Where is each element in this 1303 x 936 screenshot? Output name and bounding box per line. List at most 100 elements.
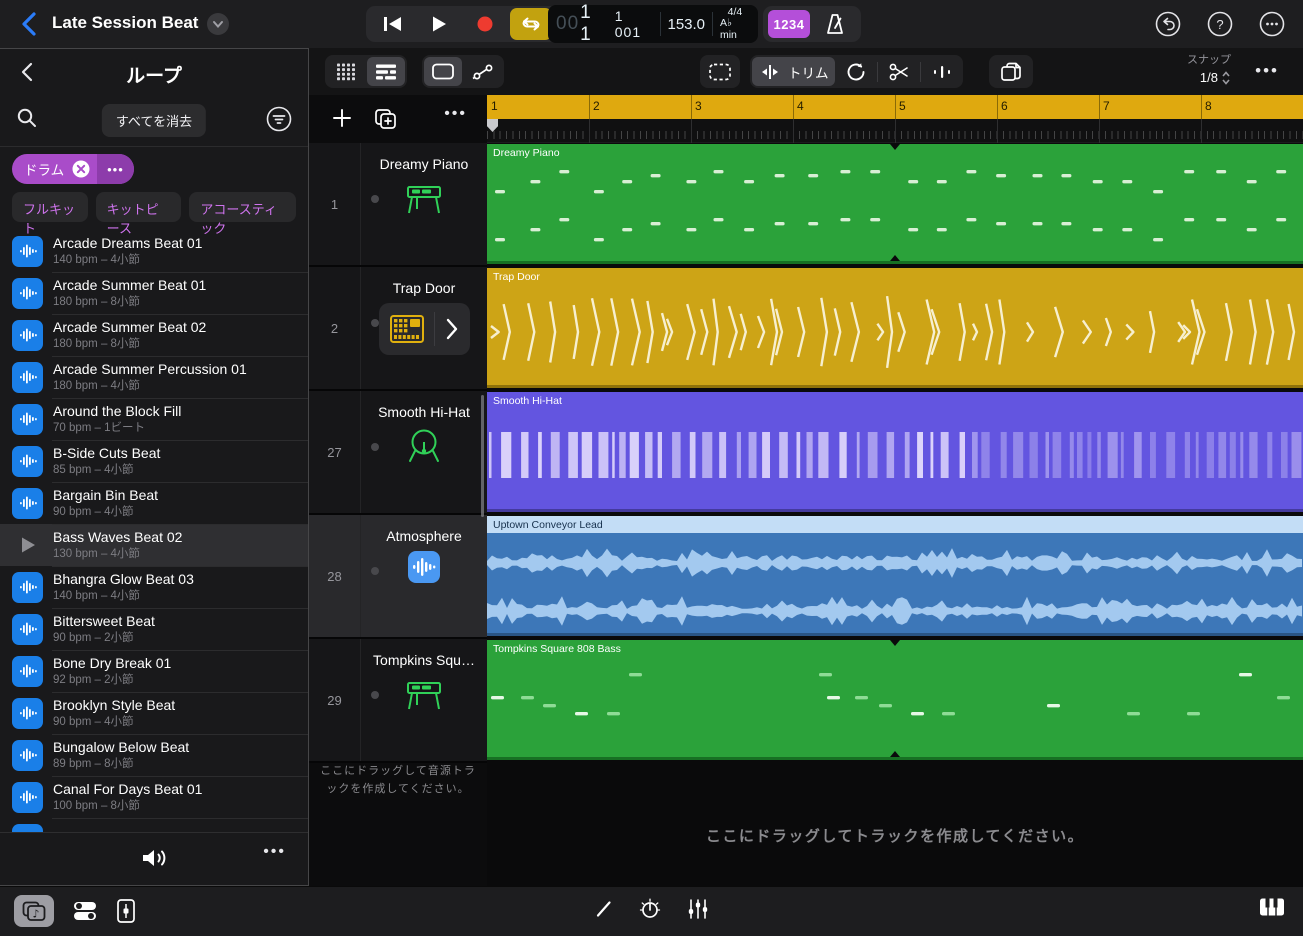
track-header-row[interactable]: 2Trap Door (309, 267, 487, 391)
browser-icon[interactable]: ♪ (14, 895, 54, 927)
cycle-range-bar[interactable]: 12345678 (487, 95, 1303, 119)
svg-text:♪: ♪ (32, 908, 39, 921)
region-tool-icon[interactable] (424, 57, 462, 86)
trim-tool-button[interactable]: トリム (752, 57, 835, 86)
mixer-icon[interactable] (686, 898, 710, 920)
list-item[interactable]: Arcade Dreams Beat 01140 bpm – 4小節 (0, 230, 308, 272)
filter-icon[interactable] (265, 105, 293, 133)
list-item[interactable]: Arcade Summer Beat 01180 bpm – 8小節 (0, 272, 308, 314)
grid-view-icon[interactable] (327, 57, 365, 86)
list-item[interactable]: Canal For Days Beat 01100 bpm – 8小節 (0, 776, 308, 818)
track-header-row[interactable]: 28Atmosphere (309, 515, 487, 639)
bar-number: 3 (695, 99, 702, 113)
loop-waveform-icon (12, 572, 43, 603)
chip-full-kit[interactable]: フルキット (12, 192, 88, 222)
browser-more-button[interactable]: ••• (263, 843, 286, 861)
list-item[interactable]: Around the Block Fill70 bpm – 1ビート (0, 398, 308, 440)
remove-tag-icon[interactable] (71, 159, 91, 179)
region[interactable]: Trap Door (487, 268, 1303, 388)
track-scrollbar[interactable] (481, 395, 484, 517)
loop-title: Arcade Summer Beat 01 (53, 277, 206, 295)
list-item[interactable]: Bone Dry Break 0192 bpm – 2小節 (0, 650, 308, 692)
browser-title: ループ (0, 61, 308, 88)
region[interactable]: Uptown Conveyor Lead (487, 516, 1303, 636)
region[interactable]: Smooth Hi-Hat (487, 392, 1303, 512)
timeline-area: 12345678 Dreamy PianoTrap DoorSmooth Hi-… (487, 95, 1303, 886)
more-icon[interactable] (1259, 11, 1285, 37)
rewind-button[interactable] (372, 8, 414, 40)
help-icon[interactable]: ? (1207, 11, 1233, 37)
play-loop-icon[interactable] (12, 530, 43, 561)
loop-subtitle: 70 bpm – 1ビート (53, 421, 181, 435)
list-item[interactable]: B-Side Cuts Beat85 bpm – 4小節 (0, 440, 308, 482)
snap-stepper-icon[interactable] (1221, 70, 1231, 86)
marquee-icon[interactable] (701, 57, 739, 86)
automation-icon[interactable] (464, 57, 502, 86)
gain-icon[interactable] (923, 57, 961, 86)
track-number: 27 (309, 391, 361, 513)
list-item[interactable]: Bittersweet Beat90 bpm – 2小節 (0, 608, 308, 650)
loop-tool-icon[interactable] (837, 57, 875, 86)
list-item[interactable]: Bungalow Below Beat89 bpm – 8小節 (0, 734, 308, 776)
track-name[interactable]: Tompkins Squ… (361, 652, 487, 668)
loop-subtitle: 92 bpm – 2小節 (53, 673, 171, 687)
split-icon[interactable] (880, 57, 918, 86)
volume-icon[interactable] (140, 847, 170, 869)
snap-control[interactable]: スナップ 1/8 (1187, 54, 1231, 88)
copy-icon[interactable] (992, 57, 1030, 86)
loop-subtitle: 180 bpm – 4小節 (53, 379, 247, 393)
toolbar-more-button[interactable]: ••• (1255, 61, 1279, 81)
add-track-icon[interactable] (331, 107, 353, 129)
cycle-button[interactable] (510, 8, 552, 40)
knob-icon[interactable] (638, 897, 662, 921)
track-name[interactable]: Dreamy Piano (361, 156, 487, 172)
list-item[interactable]: Bhangra Glow Beat 03140 bpm – 4小節 (0, 566, 308, 608)
expand-icon[interactable] (438, 317, 466, 341)
clear-all-button[interactable]: すべてを消去 (102, 104, 206, 137)
keyboard-icon[interactable] (1259, 897, 1285, 917)
plugin-icon[interactable] (116, 898, 136, 924)
list-item[interactable]: Bass Waves Beat 02130 bpm – 4小節 (0, 524, 308, 566)
title-menu-icon[interactable] (207, 13, 229, 35)
record-button[interactable] (464, 8, 506, 40)
metronome-icon[interactable] (814, 8, 856, 40)
chip-kit-pieces[interactable]: キットピース (96, 192, 182, 222)
track-name[interactable]: Trap Door (361, 280, 487, 296)
track-name[interactable]: Atmosphere (361, 528, 487, 544)
tracks-view-icon[interactable] (367, 57, 405, 86)
lcd-bars: 1 1 (580, 2, 611, 46)
project-title[interactable]: Late Session Beat (52, 13, 198, 33)
play-button[interactable] (418, 8, 460, 40)
loop-waveform-icon (12, 362, 43, 393)
loop-title: Brooklyn Style Beat (53, 697, 175, 715)
loop-subtitle: 180 bpm – 8小節 (53, 295, 206, 309)
controls-icon[interactable] (72, 899, 98, 923)
lcd-display[interactable]: 00 1 1 1 001 153.0 4/4 A♭ min (548, 5, 758, 43)
loop-waveform-icon (12, 278, 43, 309)
tag-label: ドラム (12, 159, 71, 179)
search-icon[interactable] (16, 107, 38, 129)
loop-waveform-icon (12, 236, 43, 267)
duplicate-track-icon[interactable] (373, 107, 399, 131)
bar-ruler[interactable] (487, 119, 1303, 143)
list-item[interactable]: Arcade Summer Beat 02180 bpm – 8小節 (0, 314, 308, 356)
svg-text:?: ? (1216, 17, 1223, 32)
back-icon[interactable] (18, 12, 40, 36)
list-item[interactable]: Brooklyn Style Beat90 bpm – 4小節 (0, 692, 308, 734)
track-header-more-button[interactable]: ••• (444, 105, 467, 123)
undo-icon[interactable] (1155, 11, 1181, 37)
list-item[interactable]: Bargain Bin Beat90 bpm – 4小節 (0, 482, 308, 524)
track-header-row[interactable]: 1Dreamy Piano (309, 143, 487, 267)
track-header-row[interactable]: 29Tompkins Squ… (309, 639, 487, 763)
tag-more-button[interactable]: ••• (97, 154, 134, 184)
chip-acoustic[interactable]: アコースティック (189, 192, 296, 222)
count-in-button[interactable]: 1234 (768, 10, 810, 38)
region[interactable]: Tompkins Square 808 Bass (487, 640, 1303, 760)
list-item[interactable]: Arcade Summer Percussion 01180 bpm – 4小節 (0, 356, 308, 398)
grand-piano-icon (403, 179, 445, 217)
drums-tag[interactable]: ドラム ••• (12, 154, 134, 184)
pencil-icon[interactable] (594, 899, 614, 919)
region[interactable]: Dreamy Piano (487, 144, 1303, 264)
track-header-row[interactable]: 27Smooth Hi-Hat (309, 391, 487, 515)
track-name[interactable]: Smooth Hi-Hat (361, 404, 487, 420)
